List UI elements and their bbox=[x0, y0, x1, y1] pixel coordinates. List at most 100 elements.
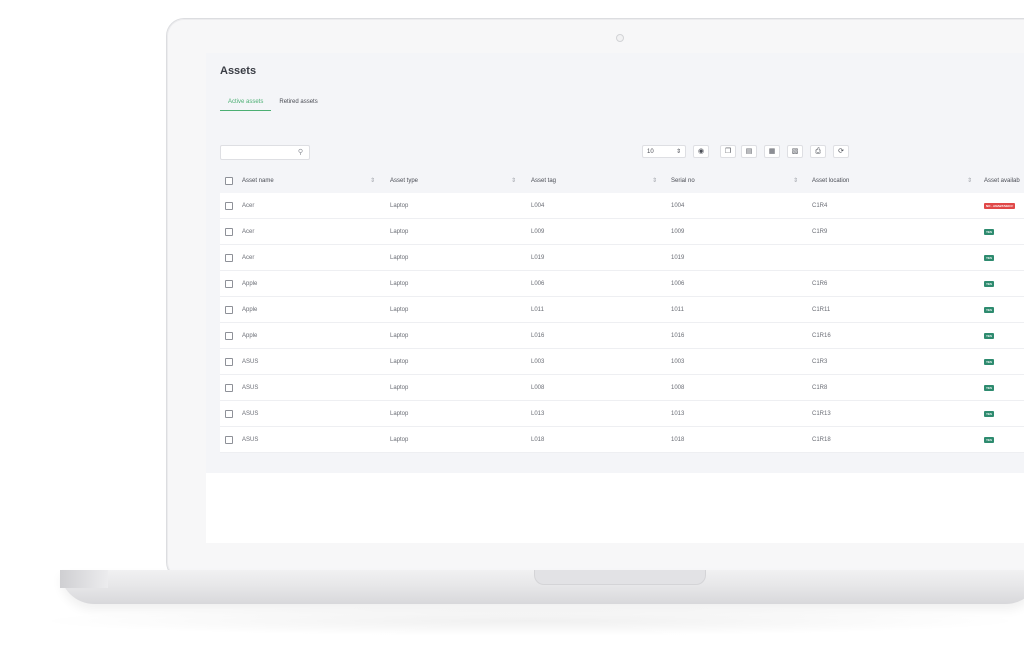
status-badge: YES bbox=[984, 281, 995, 287]
app-screen: Assets Active assets Retired assets ⚲ 10… bbox=[206, 53, 1024, 543]
print-button[interactable]: ⎙ bbox=[810, 145, 826, 158]
laptop-notch bbox=[534, 570, 706, 585]
cell-serial-no: 1008 bbox=[671, 385, 685, 391]
cell-asset-tag: L019 bbox=[531, 255, 545, 261]
row-checkbox[interactable] bbox=[225, 254, 233, 262]
cell-asset-location: C1R9 bbox=[812, 229, 828, 235]
sort-icon[interactable]: ⇕ bbox=[652, 169, 657, 193]
cell-asset-name: ASUS bbox=[242, 385, 259, 391]
cell-asset-name: ASUS bbox=[242, 437, 259, 443]
column-header-asset-tag[interactable]: Asset tag bbox=[531, 169, 556, 193]
row-checkbox[interactable] bbox=[225, 306, 233, 314]
status-badge: YES bbox=[984, 229, 995, 235]
refresh-button[interactable]: ⟳ bbox=[833, 145, 849, 158]
cell-asset-tag: L008 bbox=[531, 385, 545, 391]
csv-button[interactable]: ▤ bbox=[741, 145, 757, 158]
row-checkbox[interactable] bbox=[225, 228, 233, 236]
page-size-select[interactable]: 10 ⇕ bbox=[642, 145, 686, 158]
cell-asset-name: Apple bbox=[242, 333, 258, 339]
table-row[interactable]: Acer Laptop L004 1004 C1R4 NO - ANABTAIE… bbox=[220, 193, 1024, 219]
tab-bar: Active assets Retired assets bbox=[220, 97, 326, 111]
pdf-button[interactable]: ▧ bbox=[787, 145, 803, 158]
cell-serial-no: 1018 bbox=[671, 437, 685, 443]
cell-asset-type: Laptop bbox=[390, 307, 409, 313]
eye-icon: ◉ bbox=[697, 148, 705, 155]
select-all-checkbox[interactable] bbox=[225, 177, 233, 185]
cell-asset-location: C1R18 bbox=[812, 437, 831, 443]
cell-asset-type: Laptop bbox=[390, 359, 409, 365]
cell-asset-location: C1R4 bbox=[812, 203, 828, 209]
cell-serial-no: 1009 bbox=[671, 229, 685, 235]
row-checkbox[interactable] bbox=[225, 280, 233, 288]
row-checkbox[interactable] bbox=[225, 410, 233, 418]
row-checkbox[interactable] bbox=[225, 202, 233, 210]
copy-icon: ❐ bbox=[724, 148, 732, 155]
cell-asset-type: Laptop bbox=[390, 411, 409, 417]
table-row[interactable]: Apple Laptop L016 1016 C1R16 YES bbox=[220, 323, 1024, 349]
column-header-asset-type[interactable]: Asset type bbox=[390, 169, 418, 193]
pdf-icon: ▧ bbox=[791, 148, 799, 155]
sort-icon[interactable]: ⇕ bbox=[793, 169, 798, 193]
cell-asset-location: C1R11 bbox=[812, 307, 831, 313]
table-row[interactable]: ASUS Laptop L003 1003 C1R3 YES bbox=[220, 349, 1024, 375]
camera-icon bbox=[616, 34, 624, 42]
cell-asset-type: Laptop bbox=[390, 255, 409, 261]
excel-button[interactable]: ▦ bbox=[764, 145, 780, 158]
cell-serial-no: 1016 bbox=[671, 333, 685, 339]
cell-asset-tag: L011 bbox=[531, 307, 544, 313]
status-badge: YES bbox=[984, 359, 995, 365]
status-badge: YES bbox=[984, 437, 995, 443]
laptop-base-edge bbox=[60, 570, 108, 588]
cell-asset-name: Acer bbox=[242, 229, 255, 235]
table-row[interactable]: Acer Laptop L009 1009 C1R9 YES bbox=[220, 219, 1024, 245]
cell-asset-type: Laptop bbox=[390, 437, 409, 443]
refresh-icon: ⟳ bbox=[838, 148, 844, 155]
search-input[interactable]: ⚲ bbox=[220, 145, 310, 160]
copy-button[interactable]: ❐ bbox=[720, 145, 736, 158]
cell-asset-location: C1R13 bbox=[812, 411, 831, 417]
status-badge: YES bbox=[984, 411, 995, 417]
cell-asset-tag: L004 bbox=[531, 203, 545, 209]
row-checkbox[interactable] bbox=[225, 436, 233, 444]
cell-asset-location: C1R3 bbox=[812, 359, 828, 365]
page-title: Assets bbox=[220, 65, 257, 77]
laptop-shadow bbox=[30, 606, 1024, 636]
sort-icon[interactable]: ⇕ bbox=[370, 169, 375, 193]
status-badge: YES bbox=[984, 255, 995, 261]
row-checkbox[interactable] bbox=[225, 332, 233, 340]
table-row[interactable]: ASUS Laptop L013 1013 C1R13 YES bbox=[220, 401, 1024, 427]
column-header-asset-name[interactable]: Asset name bbox=[242, 169, 274, 193]
table-row[interactable]: Apple Laptop L011 1011 C1R11 YES bbox=[220, 297, 1024, 323]
status-badge: YES bbox=[984, 385, 995, 391]
status-badge: YES bbox=[984, 333, 995, 339]
cell-serial-no: 1006 bbox=[671, 281, 685, 287]
column-header-asset-location[interactable]: Asset location bbox=[812, 169, 849, 193]
cell-serial-no: 1011 bbox=[671, 307, 684, 313]
table-row[interactable]: ASUS Laptop L008 1008 C1R8 YES bbox=[220, 375, 1024, 401]
excel-icon: ▦ bbox=[768, 148, 776, 155]
table-row[interactable]: Acer Laptop L019 1019 YES bbox=[220, 245, 1024, 271]
status-badge: YES bbox=[984, 307, 995, 313]
cell-asset-name: ASUS bbox=[242, 359, 259, 365]
table-row[interactable]: Apple Laptop L006 1006 C1R6 YES bbox=[220, 271, 1024, 297]
column-visibility-button[interactable]: ◉ bbox=[693, 145, 709, 158]
status-badge: NO - ANABTAIEN F bbox=[984, 203, 1016, 209]
column-header-asset-availability[interactable]: Asset availab bbox=[984, 169, 1020, 193]
cell-asset-name: Apple bbox=[242, 281, 258, 287]
cell-asset-type: Laptop bbox=[390, 333, 409, 339]
cell-asset-type: Laptop bbox=[390, 229, 409, 235]
cell-asset-tag: L009 bbox=[531, 229, 545, 235]
cell-serial-no: 1004 bbox=[671, 203, 685, 209]
table-row[interactable]: ASUS Laptop L018 1018 C1R18 YES bbox=[220, 427, 1024, 453]
sort-icon[interactable]: ⇕ bbox=[967, 169, 972, 193]
cell-asset-tag: L006 bbox=[531, 281, 545, 287]
tab-retired-assets[interactable]: Retired assets bbox=[271, 97, 325, 111]
column-header-serial-no[interactable]: Serial no bbox=[671, 169, 695, 193]
sort-icon[interactable]: ⇕ bbox=[511, 169, 516, 193]
cell-asset-type: Laptop bbox=[390, 385, 409, 391]
cell-asset-name: ASUS bbox=[242, 411, 259, 417]
cell-asset-name: Acer bbox=[242, 203, 255, 209]
row-checkbox[interactable] bbox=[225, 384, 233, 392]
row-checkbox[interactable] bbox=[225, 358, 233, 366]
tab-active-assets[interactable]: Active assets bbox=[220, 97, 272, 111]
